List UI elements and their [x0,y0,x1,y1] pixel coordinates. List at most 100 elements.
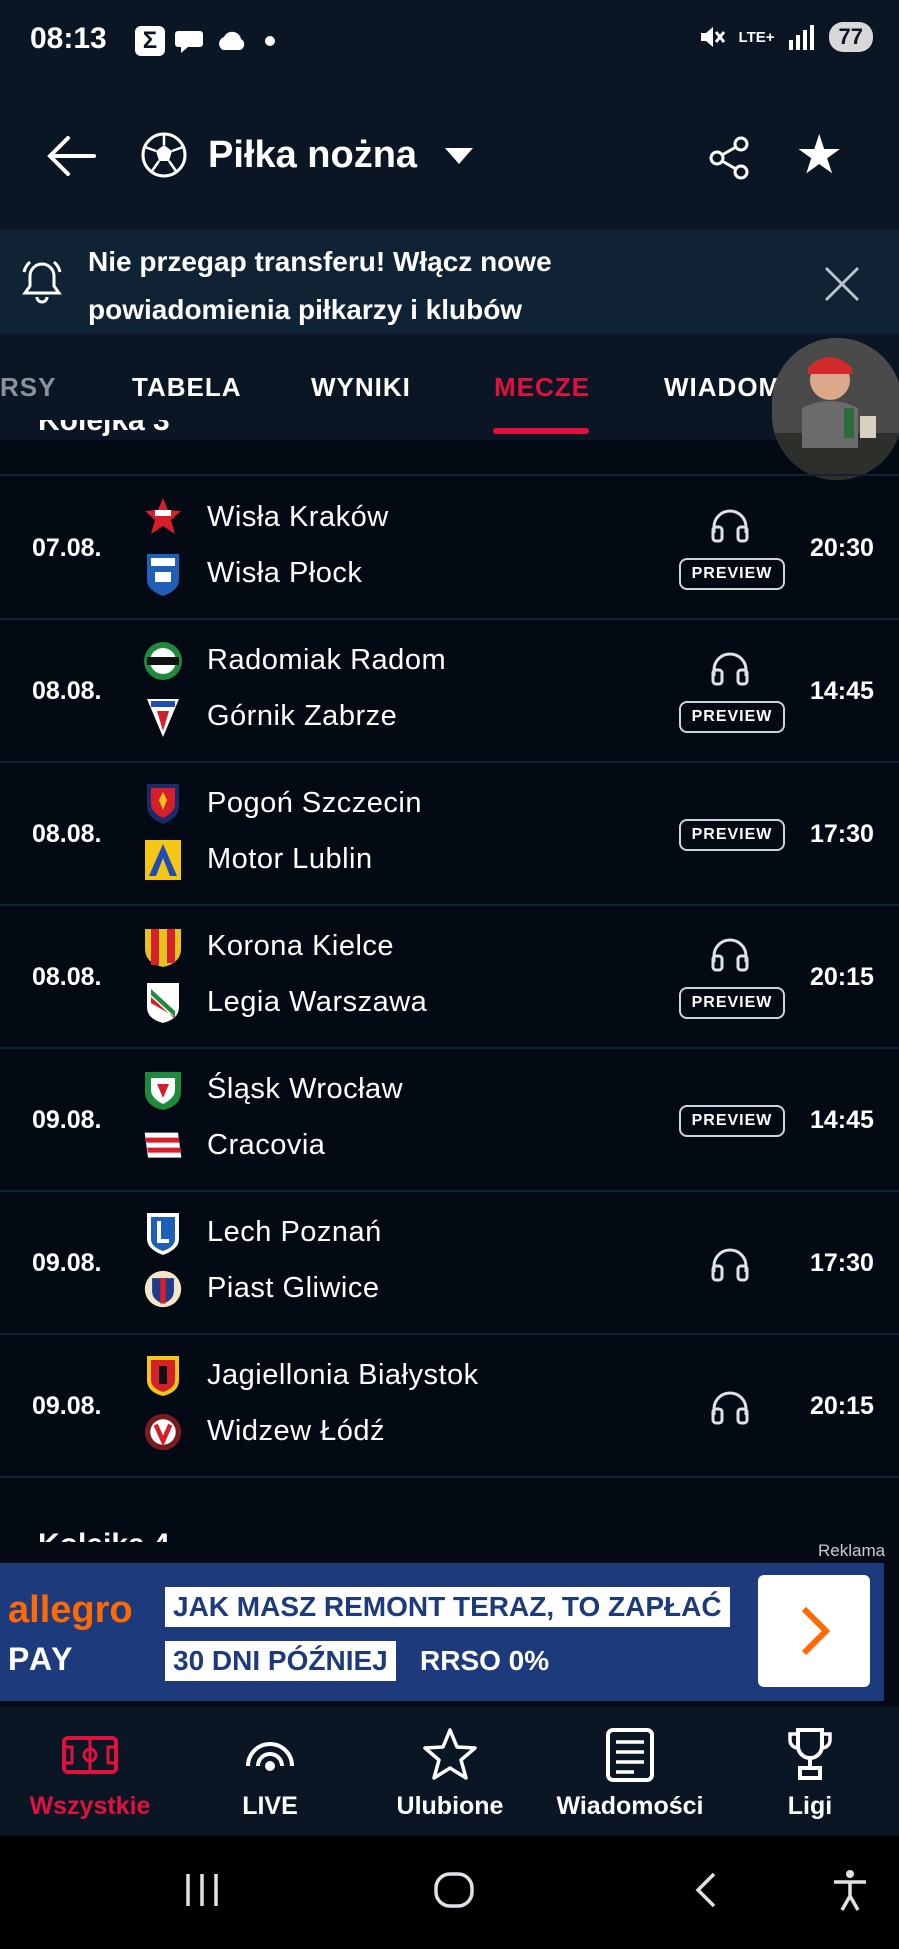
away-team: Legia Warszawa [207,986,428,1018]
headphones-icon[interactable] [710,507,750,543]
chevron-down-icon[interactable] [445,148,473,164]
tab-transfers[interactable]: RSY [0,372,56,403]
sport-title[interactable]: Piłka nożna [208,134,417,177]
avatar[interactable] [772,338,899,480]
match-row[interactable]: 09.08. Jagiellonia Białystok Widzew Łódź… [0,1335,899,1478]
nav-ligi[interactable]: Ligi [720,1706,899,1836]
accessibility-icon[interactable] [830,1868,870,1912]
match-row[interactable]: 08.08. Korona Kielce Legia Warszawa PREV… [0,906,899,1049]
headphones-icon[interactable] [710,1246,750,1282]
nav-live[interactable]: LIVE [180,1706,360,1836]
trophy-icon [788,1728,832,1780]
preview-button[interactable]: PREVIEW [679,987,785,1019]
cracovia-crest-icon [144,1132,182,1158]
divider [0,474,899,476]
sigma-app-icon: Σ [135,26,165,56]
match-date: 07.08. [32,534,102,562]
dot-icon [265,36,275,46]
recent-apps-icon[interactable] [182,1868,222,1912]
nav-wszystkie[interactable]: Wszystkie [0,1706,180,1836]
banner-text: Nie przegap transferu! Włącz nowe powiad… [88,246,552,325]
system-navigation-bar [0,1836,899,1949]
away-team: Cracovia [207,1129,326,1161]
arrow-left-icon [47,136,96,176]
match-time: 17:30 [810,820,874,848]
away-team: Górnik Zabrze [207,700,398,732]
nav-label: LIVE [242,1792,298,1820]
soccer-ball-icon [141,132,187,178]
match-row[interactable]: 07.08. Wisła Kraków Wisła Płock PREVIEW … [0,477,899,620]
status-bar: 08:13 Σ LTE+ 77 [0,0,899,84]
match-date: 09.08. [32,1249,102,1277]
match-date: 09.08. [32,1392,102,1420]
ad-label: Reklama [818,1541,886,1560]
tab-wiadomosci[interactable]: WIADOM [664,372,781,403]
bottom-navigation: Wszystkie LIVE Ulubione Wiadomości Ligi [0,1706,899,1836]
home-team: Radomiak Radom [207,644,447,676]
home-team: Wisła Kraków [207,501,389,533]
match-date: 08.08. [32,820,102,848]
pogon-szczecin-crest-icon [147,784,179,824]
legia-warszawa-crest-icon [147,983,179,1023]
home-team: Korona Kielce [207,930,395,962]
bell-icon [22,260,62,304]
battery-indicator: 77 [828,22,873,52]
match-row[interactable]: 09.08. Śląsk Wrocław Cracovia PREVIEW 14… [0,1049,899,1192]
chevron-right-icon [801,1606,831,1656]
nav-wiadomosci[interactable]: Wiadomości [540,1706,720,1836]
back-icon[interactable] [688,1868,724,1912]
korona-kielce-crest-icon [145,929,181,967]
news-icon [606,1728,654,1782]
tab-mecze[interactable]: MECZE [494,372,590,403]
live-broadcast-icon [246,1742,294,1771]
headphones-icon[interactable] [710,936,750,972]
away-team: Widzew Łódź [207,1415,385,1447]
match-date: 08.08. [32,677,102,705]
preview-button[interactable]: PREVIEW [679,1105,785,1137]
match-row[interactable]: 08.08. Radomiak Radom Górnik Zabrze PREV… [0,620,899,763]
match-time: 20:30 [810,534,874,562]
status-time: 08:13 [30,22,107,55]
match-date: 09.08. [32,1106,102,1134]
preview-button[interactable]: PREVIEW [679,558,785,590]
round-header-partial: Kolejka 4 [38,1528,278,1542]
match-time: 17:30 [810,1249,874,1277]
nav-label: Wszystkie [29,1792,151,1820]
notification-banner[interactable]: Nie przegap transferu! Włącz nowe powiad… [0,230,899,334]
away-team: Wisła Płock [207,557,363,589]
cloud-icon [219,31,245,50]
headphones-icon[interactable] [710,650,750,686]
ad-brand-logo: allegro [8,1589,133,1631]
widzew-lodz-crest-icon [144,1413,182,1451]
ad-headline-2: 30 DNI PÓŹNIEJ [165,1641,396,1681]
ad-cta-button[interactable] [758,1575,870,1687]
match-time: 20:15 [810,963,874,991]
round-header-partial: Kolejka 3 [38,420,170,437]
preview-button[interactable]: PREVIEW [679,819,785,851]
pitch-icon [62,1736,118,1774]
preview-button[interactable]: PREVIEW [679,701,785,733]
back-button[interactable] [46,134,98,187]
gornik-zabrze-crest-icon [147,699,179,737]
away-team: Motor Lublin [207,843,373,875]
ad-banner[interactable]: allegro PAY JAK MASZ REMONT TERAZ, TO ZA… [0,1563,884,1701]
tab-tabela[interactable]: TABELA [132,372,242,403]
nav-label: Ulubione [396,1792,504,1820]
match-row[interactable]: 08.08. Pogoń Szczecin Motor Lublin PREVI… [0,763,899,906]
home-team: Pogoń Szczecin [207,787,422,819]
slask-wroclaw-crest-icon [145,1072,181,1110]
chat-bubble-icon [175,31,203,53]
tab-wyniki[interactable]: WYNIKI [311,372,411,403]
close-icon[interactable] [820,262,864,315]
home-team: Śląsk Wrocław [207,1073,404,1105]
piast-gliwice-crest-icon [144,1270,182,1308]
nav-ulubione[interactable]: Ulubione [360,1706,540,1836]
match-row[interactable]: 09.08. Lech Poznań Piast Gliwice 17:30 [0,1192,899,1335]
mute-icon [700,27,725,47]
home-icon[interactable] [432,1868,476,1912]
status-notification-icons: Σ [135,26,275,56]
ad-headline: JAK MASZ REMONT TERAZ, TO ZAPŁAĆ [165,1587,730,1627]
star-icon[interactable]: ★ [795,128,843,182]
share-icon[interactable] [705,134,753,182]
headphones-icon[interactable] [710,1389,750,1425]
